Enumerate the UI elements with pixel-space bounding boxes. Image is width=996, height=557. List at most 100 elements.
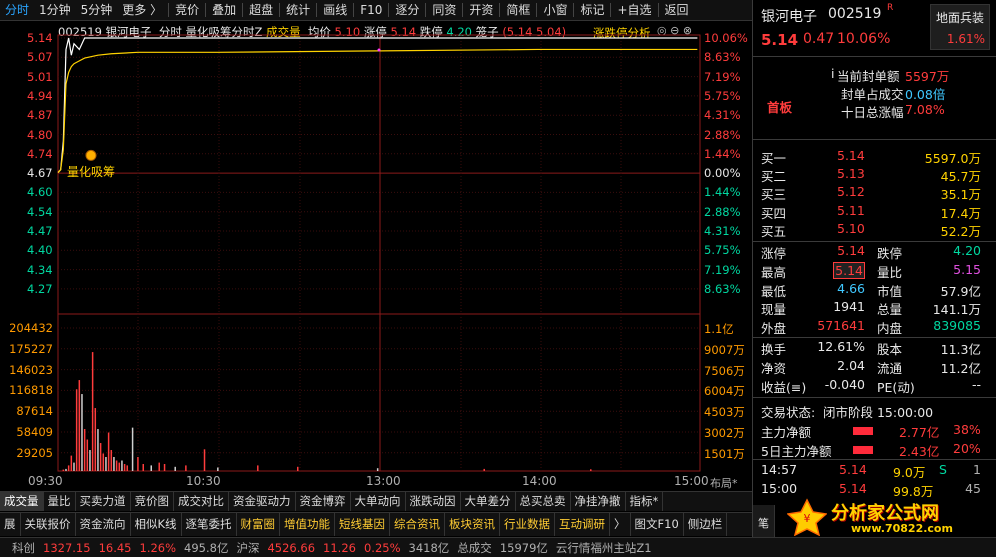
- price-tick-right: 0.00%: [704, 166, 741, 181]
- price-tick-left: 5.01: [27, 69, 53, 84]
- feature-tab-10[interactable]: 行业数据: [500, 513, 556, 536]
- stat-label: 内盘: [877, 321, 903, 337]
- time-tick: 14:00: [522, 474, 557, 488]
- indicator-tab-4[interactable]: 成交对比: [174, 492, 229, 511]
- seal-amount-label: 当前封单额: [837, 69, 900, 84]
- status-item: 495.8亿: [184, 540, 229, 555]
- toolbar-tab-3[interactable]: 更多 〉: [117, 0, 167, 21]
- toolbar-tab-15[interactable]: 标记: [575, 0, 609, 21]
- feature-tab-4[interactable]: 逐笔委托: [182, 513, 237, 536]
- volume-tick-left: 175227: [9, 341, 53, 356]
- toolbar-tab-11[interactable]: 同资: [427, 0, 461, 21]
- status-item: 4526.66: [267, 540, 316, 555]
- indicator-tab-11[interactable]: 净挂净撤: [571, 492, 626, 511]
- stat-label: 股本: [877, 342, 903, 357]
- feature-tab-6[interactable]: 增值功能: [280, 513, 336, 536]
- toolbar-tab-17[interactable]: 返回: [660, 0, 694, 21]
- price-tick-right: 10.06%: [704, 31, 748, 45]
- toolbar-tab-6[interactable]: 超盘: [244, 0, 278, 21]
- price-tick-right: 5.75%: [704, 88, 741, 103]
- indicator-tab-0[interactable]: 成交量: [0, 492, 44, 511]
- price-tick-left: 4.67: [27, 166, 53, 181]
- stat-row: 现量 1941 总量 141.1万: [753, 299, 996, 318]
- feature-tab-2[interactable]: 资金流向: [76, 513, 131, 536]
- indicator-tab-5[interactable]: 资金驱动力: [229, 492, 296, 511]
- main-flow5-bar: [853, 446, 873, 454]
- price-tick-left: 4.27: [27, 281, 53, 296]
- indicator-tab-8[interactable]: 涨跌动因: [406, 492, 461, 511]
- indicator-tab-6[interactable]: 资金博弈: [296, 492, 351, 511]
- price-tick-right: 1.44%: [704, 185, 741, 200]
- bid-label: 买一: [761, 151, 787, 166]
- layout-button[interactable]: 布局*: [710, 475, 738, 491]
- feature-tab-3[interactable]: 相似K线: [131, 513, 182, 536]
- price-tick-left: 4.87: [27, 108, 53, 123]
- indicator-tab-9[interactable]: 大单差分: [461, 492, 516, 511]
- bid-price: 5.11: [837, 202, 865, 218]
- feature-tab-12[interactable]: 〉: [610, 513, 631, 536]
- feature-tab-8[interactable]: 综合资讯: [390, 513, 446, 536]
- feature-tab-1[interactable]: 关联报价: [21, 513, 76, 536]
- indicator-tab-10[interactable]: 总买总卖: [516, 492, 571, 511]
- toolbar-tab-4[interactable]: 竞价: [170, 0, 204, 21]
- feature-tab-11[interactable]: 互动调研: [555, 513, 611, 536]
- stat-value: 11.2亿: [940, 360, 981, 376]
- main-flow-bar: [853, 427, 873, 435]
- indicator-tab-1[interactable]: 量比: [44, 492, 76, 511]
- toolbar-tab-2[interactable]: 5分钟: [76, 0, 118, 21]
- price-tick-right: 5.75%: [704, 243, 741, 258]
- feature-tabs: 展关联报价 资金流向 相似K线 逐笔委托 财富圈 增值功能 短线基因 综合资讯 板块资讯 行业数据…: [0, 512, 752, 536]
- volume-tick-right: 1.1亿: [704, 322, 734, 336]
- feature-tab-13[interactable]: 图文F10: [631, 513, 684, 536]
- feature-tab-7[interactable]: 短线基因: [335, 513, 391, 536]
- feature-tab-0[interactable]: 展: [0, 513, 21, 536]
- volume-tick-left: 116818: [9, 383, 53, 398]
- indicator-tab-12[interactable]: 指标*: [626, 492, 664, 511]
- toolbar-tab-13[interactable]: 简框: [501, 0, 535, 21]
- tick-time: 14:57: [761, 462, 798, 477]
- toolbar-tab-10[interactable]: 逐分: [390, 0, 424, 21]
- tick-count: 45: [965, 481, 981, 496]
- stat-value: 2.04: [837, 357, 865, 373]
- ten-day-value: 7.08%: [905, 102, 945, 117]
- indicator-tab-3[interactable]: 竞价图: [131, 492, 174, 511]
- toolbar-tab-14[interactable]: 小窗: [538, 0, 572, 21]
- feature-tab-9[interactable]: 板块资讯: [445, 513, 501, 536]
- stock-name: 银河电子: [761, 9, 817, 25]
- toolbar-tab-5[interactable]: 叠加: [207, 0, 241, 21]
- indicator-tabs: 成交量 量比 买卖力道 竞价图 成交对比 资金驱动力 资金博弈 大单动向 涨跌动因 大单差分 总买总…: [0, 491, 752, 511]
- side-tab[interactable]: 笔: [753, 505, 775, 537]
- toolbar-tab-1[interactable]: 1分钟: [34, 0, 76, 21]
- bid-row: 买四 5.11 17.4万: [753, 203, 996, 222]
- volume-tick-left: 87614: [16, 404, 53, 419]
- price-tick-right: 8.63%: [704, 50, 741, 65]
- intraday-chart[interactable]: 002519 银河电子 分时 量化吸筹分时Z 成交量 均价 5.10 涨停 5.…: [0, 21, 752, 491]
- indicator-tab-2[interactable]: 买卖力道: [76, 492, 131, 511]
- feature-tab-5[interactable]: 财富圈: [237, 513, 281, 536]
- stat-row: 收益(≡) -0.040 PE(动) --: [753, 377, 996, 396]
- stat-label: 流通: [877, 360, 903, 376]
- price-change: 0.47: [803, 31, 835, 47]
- price-tick-right: 7.19%: [704, 262, 741, 277]
- toolbar-tab-9[interactable]: F10: [355, 0, 387, 21]
- volume-tick-right: 1501万: [704, 446, 745, 461]
- toolbar-tab-16[interactable]: +自选: [612, 0, 656, 21]
- tick-time: 15:00: [761, 481, 798, 496]
- toolbar-tab-7[interactable]: 统计: [281, 0, 315, 21]
- tick-volume: 9.0万: [893, 465, 926, 480]
- price-tick-left: 4.54: [27, 204, 53, 219]
- ten-day-label: 十日总涨幅: [841, 105, 904, 120]
- stat-value: 571641: [817, 318, 865, 334]
- time-tick: 09:30: [28, 474, 63, 488]
- main-flow-value: 2.77亿: [899, 425, 940, 440]
- toolbar-tab-8[interactable]: 画线: [318, 0, 352, 21]
- stat-value: 141.1万: [932, 302, 981, 318]
- main-flow-pct: 38%: [953, 422, 981, 437]
- toolbar-tab-12[interactable]: 开资: [464, 0, 498, 21]
- stat-label: 净资: [761, 360, 787, 376]
- feature-tab-14[interactable]: 侧边栏: [684, 513, 728, 536]
- stat-label: 收益(≡): [761, 379, 807, 395]
- indicator-tab-7[interactable]: 大单动向: [351, 492, 406, 511]
- stat-value: 11.3亿: [940, 342, 981, 357]
- toolbar-tab-0[interactable]: 分时: [0, 0, 34, 21]
